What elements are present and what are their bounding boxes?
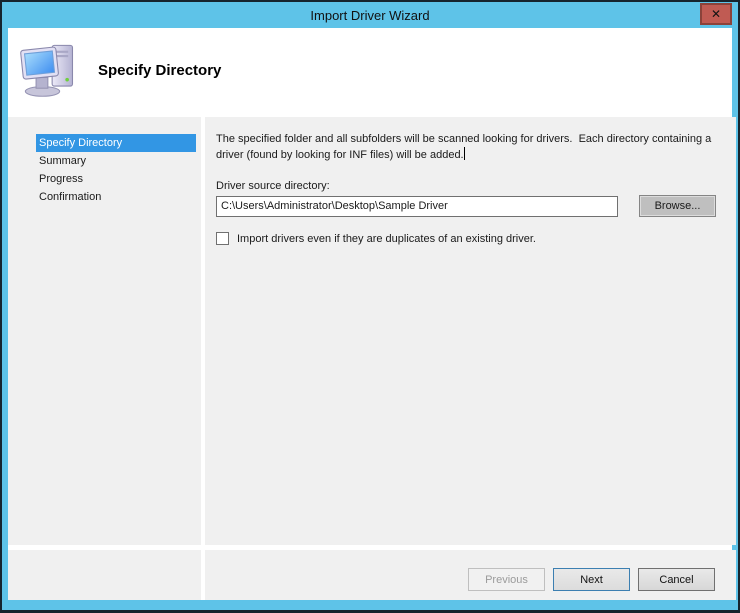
content-panel: The specified folder and all subfolders …: [205, 117, 736, 545]
window-frame: Import Driver Wizard ✕: [2, 2, 738, 610]
wizard-steps-sidebar: Specify Directory Summary Progress Confi…: [8, 117, 201, 545]
import-driver-wizard-window: Import Driver Wizard ✕: [0, 0, 740, 613]
body-grid: Specify Directory Summary Progress Confi…: [8, 112, 732, 600]
footer-buttons: Previous Next Cancel: [205, 550, 736, 600]
next-button[interactable]: Next: [553, 568, 630, 591]
close-icon: ✕: [711, 8, 721, 20]
duplicates-checkbox-label: Import drivers even if they are duplicat…: [237, 233, 536, 245]
duplicates-checkbox-row[interactable]: Import drivers even if they are duplicat…: [216, 232, 721, 245]
driver-source-label: Driver source directory:: [216, 180, 721, 192]
text-cursor: [464, 147, 465, 160]
titlebar[interactable]: Import Driver Wizard ✕: [8, 2, 732, 28]
driver-source-input[interactable]: [216, 196, 618, 217]
window-title: Import Driver Wizard: [310, 8, 429, 23]
previous-button[interactable]: Previous: [468, 568, 545, 591]
sidebar-item-confirmation[interactable]: Confirmation: [36, 188, 196, 206]
wizard-header: Specify Directory: [8, 28, 732, 112]
driver-source-row: Browse...: [216, 195, 721, 217]
cancel-button[interactable]: Cancel: [638, 568, 715, 591]
duplicates-checkbox[interactable]: [216, 232, 229, 245]
close-button[interactable]: ✕: [700, 3, 732, 25]
footer-left-spacer: [8, 550, 201, 600]
sidebar-item-summary[interactable]: Summary: [36, 152, 196, 170]
sidebar-item-specify-directory[interactable]: Specify Directory: [36, 134, 196, 152]
page-title: Specify Directory: [98, 62, 221, 79]
window-body: Specify Directory Specify Directory Summ…: [8, 28, 732, 600]
computer-icon: [20, 42, 80, 98]
sidebar-item-progress[interactable]: Progress: [36, 170, 196, 188]
description-paragraph: The specified folder and all subfolders …: [216, 132, 721, 163]
browse-button[interactable]: Browse...: [639, 195, 716, 217]
description-text: The specified folder and all subfolders …: [216, 133, 714, 161]
